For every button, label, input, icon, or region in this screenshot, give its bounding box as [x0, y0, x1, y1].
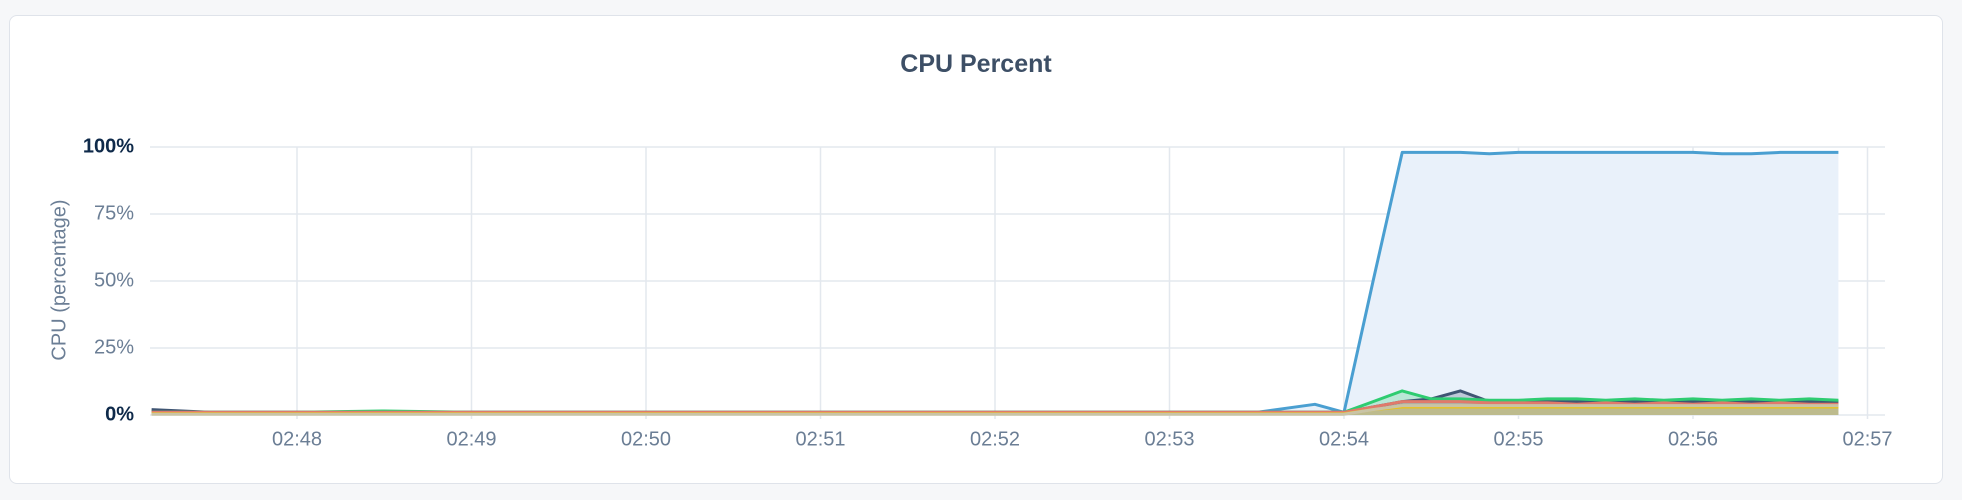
x-axis-ticks: 02:48 02:49 02:50 02:51 02:52 02:53 02:54 02:55… [272, 428, 1893, 450]
y-tick-label: 0% [105, 403, 134, 425]
y-tick-label: 75% [94, 202, 134, 224]
x-tick-label: 02:49 [446, 428, 496, 450]
y-tick-label: 100% [83, 135, 134, 157]
x-tick-label: 02:53 [1144, 428, 1194, 450]
x-tick-label: 02:52 [970, 428, 1020, 450]
x-tick-label: 02:51 [795, 428, 845, 450]
y-tick-label: 25% [94, 336, 134, 358]
x-tick-label: 02:50 [621, 428, 671, 450]
x-tick-label: 02:54 [1319, 428, 1369, 450]
x-tick-label: 02:55 [1493, 428, 1543, 450]
x-tick-label: 02:56 [1668, 428, 1718, 450]
y-axis-ticks: 0% 25% 50% 75% 100% [83, 135, 134, 425]
x-tick-label: 02:48 [272, 428, 322, 450]
x-tick-label: 02:57 [1842, 428, 1892, 450]
y-axis-label: CPU (percentage) [48, 199, 70, 360]
cpu-percent-chart: 0% 25% 50% 75% 100% 02:48 02:49 02:50 02:51 02:5… [48, 135, 1893, 450]
y-tick-label: 50% [94, 269, 134, 291]
